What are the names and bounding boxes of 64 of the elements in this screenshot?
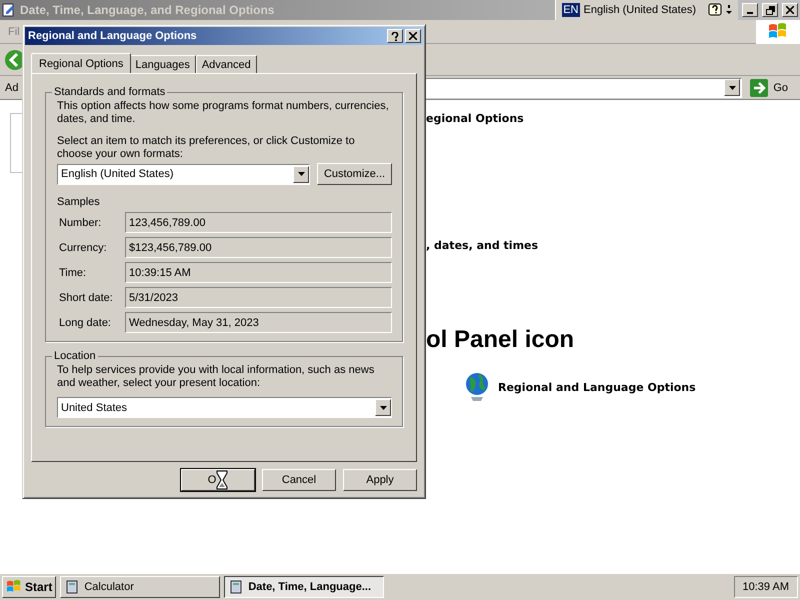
page-heading: ol Panel icon (426, 326, 576, 354)
question-mark-icon (391, 32, 399, 40)
window-title: Date, Time, Language, and Regional Options (20, 3, 276, 17)
taskbar-button[interactable]: Calculator (60, 576, 220, 598)
windows-logo-icon (6, 580, 22, 594)
restore-button[interactable] (762, 3, 778, 17)
address-dropdown[interactable] (724, 79, 740, 96)
sample-field: Wednesday, May 31, 2023 (125, 312, 392, 333)
taskbar-button[interactable]: Date, Time, Language... (224, 576, 384, 598)
section-title: egional Options (426, 112, 525, 125)
close-button[interactable] (405, 29, 421, 43)
globe-icon[interactable] (464, 372, 490, 402)
close-icon (409, 32, 417, 40)
dialog-button[interactable]: Apply (343, 469, 417, 491)
sample-label: Number: (58, 216, 102, 228)
restore-icon (766, 6, 774, 14)
description-text: This option affects how some programs format numbers, currencies, dates, and time. (57, 100, 390, 126)
customize-button[interactable]: Customize... (317, 163, 392, 185)
group-title: Location (53, 350, 97, 362)
samples-title: Samples (57, 196, 101, 208)
language-code[interactable]: EN (562, 3, 580, 17)
sample-label: Long date: (58, 316, 112, 328)
app-icon (229, 580, 244, 594)
language-name[interactable]: English (United States) (584, 4, 696, 16)
formats-dropdown[interactable]: English (United States) (57, 164, 310, 184)
sample-field: 5/31/2023 (125, 287, 392, 308)
dialog-button[interactable]: O (181, 469, 255, 491)
address-label: Ad (5, 82, 18, 94)
group-title: Standards and formats (53, 86, 166, 98)
tab[interactable]: Regional Options (31, 53, 132, 73)
minimize-button[interactable] (742, 3, 758, 17)
sample-label: Time: (58, 266, 88, 278)
go-arrow-icon (750, 78, 768, 96)
sample-field: 123,456,789.00 (125, 212, 392, 233)
tab[interactable]: Languages (129, 55, 196, 73)
close-icon (786, 6, 794, 14)
sample-label: Currency: (58, 242, 108, 254)
dropdown-button[interactable] (293, 166, 309, 182)
dropdown-arrow-icon (728, 86, 736, 90)
dropdown-arrow-icon (380, 406, 386, 410)
close-button[interactable] (782, 3, 798, 17)
help-button[interactable] (387, 29, 403, 43)
dialog-title: Regional and Language Options (28, 30, 198, 42)
help-icon[interactable] (708, 3, 722, 17)
options-arrow-icon[interactable] (726, 4, 732, 16)
sample-field: $123,456,789.00 (125, 237, 392, 258)
sample-field: 10:39:15 AM (125, 262, 392, 283)
hourglass-cursor-icon (216, 470, 228, 490)
tab[interactable]: Advanced (196, 55, 257, 73)
window-icon (2, 3, 16, 17)
dropdown-button[interactable] (375, 399, 391, 416)
control-panel-link[interactable]: Regional and Language Options (498, 380, 696, 394)
go-button[interactable]: Go (746, 78, 792, 96)
dialog-button[interactable]: Cancel (262, 469, 336, 491)
dropdown-arrow-icon (298, 172, 304, 176)
instruction-text: Select an item to match its preferences, or click Customize to choose your own formats: (57, 135, 356, 161)
description-text: To help services provide you with local information, such as news and weather, select your present location: (57, 364, 376, 390)
section-title: , dates, and times (426, 239, 540, 252)
location-dropdown[interactable]: United States (57, 397, 392, 418)
windows-logo-icon (768, 22, 788, 40)
clock: 10:39 AM (734, 576, 798, 598)
app-icon (65, 580, 80, 594)
start-button[interactable]: Start (2, 576, 56, 598)
sample-label: Short date: (58, 292, 114, 304)
